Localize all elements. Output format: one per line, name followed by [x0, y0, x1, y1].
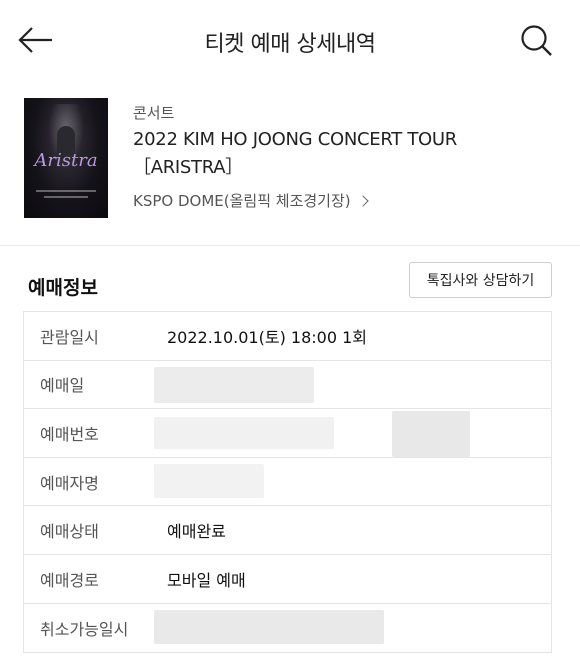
info-row-booking-number: 예매번호	[24, 409, 551, 458]
row-value: 모바일 예매	[167, 570, 246, 590]
consult-chat-button[interactable]: 톡집사와 상담하기	[409, 262, 552, 298]
event-title: 2022 KIM HO JOONG CONCERT TOUR ［ARISTRA］	[133, 129, 458, 178]
info-row-booking-status: 예매상태 예매완료	[24, 506, 551, 555]
venue-link[interactable]: KSPO DOME(올림픽 체조경기장)	[133, 190, 369, 211]
search-button[interactable]	[516, 20, 556, 60]
event-poster[interactable]: Aristra	[24, 98, 108, 218]
redacted-value	[154, 463, 264, 498]
row-label: 취소가능일시	[40, 619, 129, 639]
event-summary[interactable]: Aristra 콘서트 2022 KIM HO JOONG CONCERT TO…	[0, 82, 580, 246]
poster-logo: Aristra	[34, 150, 98, 171]
venue-name: KSPO DOME(올림픽 체조경기장)	[133, 192, 351, 210]
row-label: 관람일시	[40, 327, 99, 347]
row-value: 예매완료	[167, 522, 226, 542]
row-label: 예매자명	[40, 473, 99, 493]
redacted-value	[154, 366, 314, 403]
event-category: 콘서트	[133, 104, 175, 122]
info-row-booking-channel: 예매경로 모바일 예매	[24, 555, 551, 604]
section-title: 예매정보	[28, 277, 98, 299]
chevron-right-icon	[356, 194, 369, 207]
poster-caption-line	[44, 196, 88, 198]
app-header: 티켓 예매 상세내역	[0, 0, 580, 82]
row-label: 예매상태	[40, 522, 99, 542]
row-label: 예매일	[40, 376, 85, 396]
poster-caption-line	[36, 190, 96, 192]
row-value: 2022.10.01(토) 18:00 1회	[167, 327, 367, 347]
page-title: 티켓 예매 상세내역	[204, 32, 376, 57]
redacted-value	[154, 417, 334, 450]
row-label: 예매번호	[40, 424, 99, 444]
redacted-value	[154, 609, 384, 644]
search-icon	[521, 25, 552, 56]
info-row-viewing-date: 관람일시 2022.10.01(토) 18:00 1회	[24, 312, 551, 361]
info-row-cancel-deadline: 취소가능일시	[24, 604, 551, 653]
redacted-value	[392, 411, 470, 458]
row-label: 예매경로	[40, 570, 99, 590]
info-row-booker-name: 예매자명	[24, 458, 551, 507]
info-row-booking-date: 예매일	[24, 361, 551, 410]
booking-info-table: 관람일시 2022.10.01(토) 18:00 1회 예매일 예매번호 예매자…	[23, 311, 552, 654]
